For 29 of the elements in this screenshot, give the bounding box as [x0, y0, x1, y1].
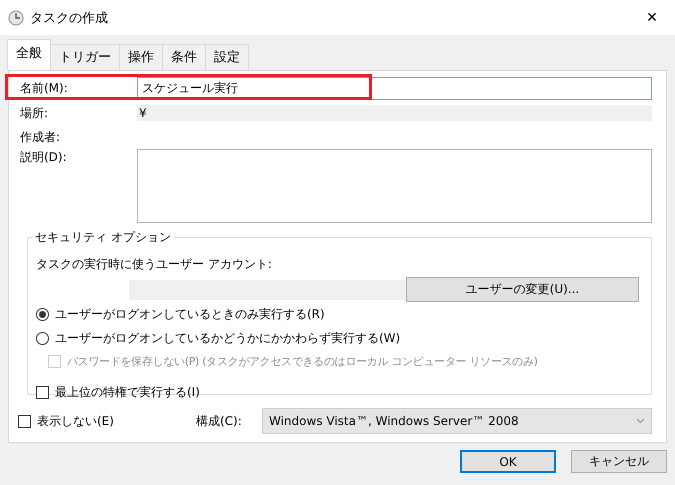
- close-button[interactable]: ✕: [629, 10, 675, 26]
- field-label: 説明(D):: [19, 149, 68, 166]
- option-label: ユーザーがログオンしているかどうかにかかわらず実行する(W): [55, 330, 400, 346]
- field-label: 場所:: [19, 104, 50, 122]
- account-label: タスクの実行時に使うユーザー アカウント:: [36, 256, 273, 273]
- option-label: 最上位の特権で実行する(I): [55, 384, 200, 400]
- location-value: ¥: [137, 105, 652, 121]
- option-label: パスワードを保存しない(P) (タスクがアクセスできるのはローカル コンピューター リソースのみ): [67, 354, 538, 368]
- radio-button[interactable]: [36, 332, 49, 344]
- dialog-button[interactable]: キャンセル: [571, 450, 667, 473]
- name-field[interactable]: スケジュール実行: [137, 76, 652, 100]
- option-label: ユーザーがログオンしているときのみ実行する(R): [55, 306, 325, 322]
- field-label: 作成者:: [19, 128, 62, 146]
- description-field[interactable]: [137, 149, 652, 223]
- configure-dropdown[interactable]: Windows Vista™, Windows Server™ 2008: [262, 408, 652, 434]
- checkbox[interactable]: [36, 386, 49, 398]
- clock-icon: [8, 10, 24, 26]
- checkbox-label: 表示しない(E): [37, 412, 114, 430]
- window-title: タスクの作成: [30, 10, 109, 26]
- tab[interactable]: 設定: [205, 44, 249, 70]
- change-user-button[interactable]: ユーザーの変更(U)...: [406, 277, 639, 302]
- checkbox[interactable]: [18, 414, 31, 428]
- group-legend: セキュリティ オプション: [32, 229, 174, 246]
- radio-button[interactable]: [36, 308, 49, 320]
- dialog-button[interactable]: OK: [460, 450, 556, 473]
- field-label: 名前(M):: [19, 80, 69, 96]
- tab[interactable]: 全般: [7, 39, 51, 70]
- caret-icon: [636, 418, 645, 424]
- field-label: 構成(C):: [196, 412, 243, 430]
